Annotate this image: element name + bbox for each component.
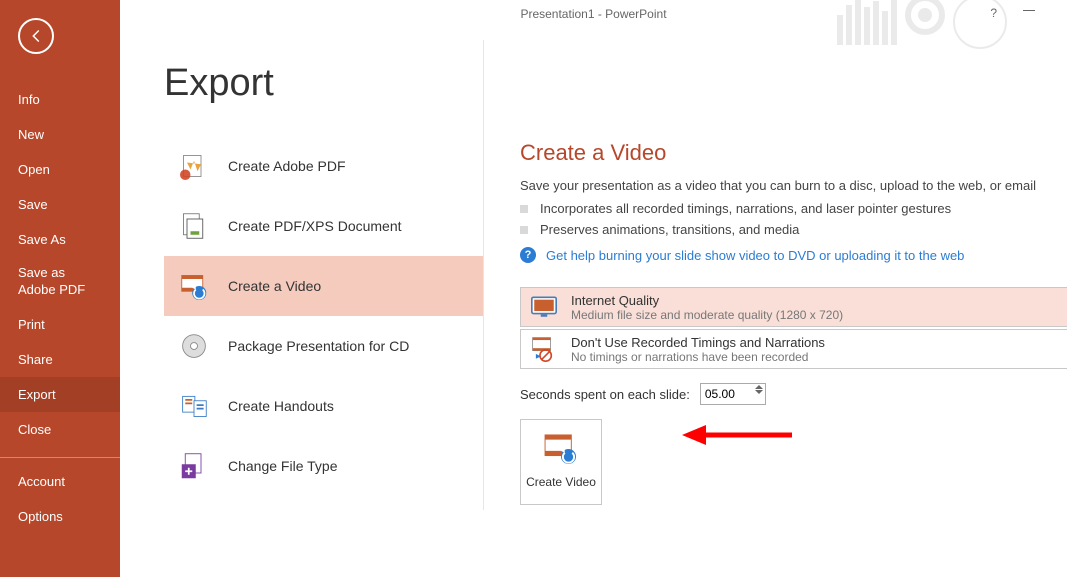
sidebar-item-print[interactable]: Print xyxy=(0,307,120,342)
bullet-row: Incorporates all recorded timings, narra… xyxy=(520,201,1067,216)
no-narration-icon xyxy=(529,334,559,364)
backstage-content: Export Create Adobe PDF Create PDF/XPS D… xyxy=(120,0,1067,577)
backstage-sidebar: Info New Open Save Save As Save as Adobe… xyxy=(0,0,120,577)
bullet-text: Preserves animations, transitions, and m… xyxy=(540,222,799,237)
back-arrow-icon xyxy=(27,27,45,45)
export-item-label: Create a Video xyxy=(228,278,321,294)
annotation-arrow xyxy=(682,420,802,455)
sidebar-item-open[interactable]: Open xyxy=(0,152,120,187)
sidebar-item-options[interactable]: Options xyxy=(0,499,120,534)
package-cd-icon xyxy=(178,330,210,362)
sidebar-item-export[interactable]: Export xyxy=(0,377,120,412)
sidebar-item-account[interactable]: Account xyxy=(0,464,120,499)
adobe-pdf-icon xyxy=(178,150,210,182)
export-item-pdf-xps[interactable]: Create PDF/XPS Document xyxy=(164,196,483,256)
export-item-label: Create Adobe PDF xyxy=(228,158,346,174)
sidebar-item-save-adobe[interactable]: Save as Adobe PDF xyxy=(0,257,120,307)
export-type-list: Create Adobe PDF Create PDF/XPS Document… xyxy=(164,40,484,510)
export-detail-pane: Create a Video Save your presentation as… xyxy=(484,40,1067,577)
quality-title: Internet Quality xyxy=(571,293,843,308)
spinner-up-icon[interactable] xyxy=(755,385,763,389)
bullet-row: Preserves animations, transitions, and m… xyxy=(520,222,1067,237)
export-item-label: Change File Type xyxy=(228,458,337,474)
export-item-adobe-pdf[interactable]: Create Adobe PDF xyxy=(164,136,483,196)
bullet-icon xyxy=(520,226,528,234)
export-item-label: Create PDF/XPS Document xyxy=(228,218,402,234)
spinner-arrows[interactable] xyxy=(755,385,763,394)
seconds-label: Seconds spent on each slide: xyxy=(520,387,690,402)
seconds-spinner[interactable] xyxy=(700,383,766,405)
export-item-change-file-type[interactable]: Change File Type xyxy=(164,436,483,496)
export-item-label: Package Presentation for CD xyxy=(228,338,409,354)
quality-subtitle: Medium file size and moderate quality (1… xyxy=(571,308,843,322)
export-item-create-video[interactable]: Create a Video xyxy=(164,256,483,316)
monitor-icon xyxy=(529,292,559,322)
back-button[interactable] xyxy=(18,18,54,54)
create-video-button[interactable]: Create Video xyxy=(520,419,602,505)
seconds-input[interactable] xyxy=(705,387,745,401)
section-description: Save your presentation as a video that y… xyxy=(520,178,1067,193)
bullet-icon xyxy=(520,205,528,213)
section-heading: Create a Video xyxy=(520,140,1067,166)
create-video-large-icon xyxy=(544,434,578,469)
sidebar-item-saveas[interactable]: Save As xyxy=(0,222,120,257)
timings-title: Don't Use Recorded Timings and Narration… xyxy=(571,335,825,350)
help-icon: ? xyxy=(520,247,536,263)
help-link[interactable]: Get help burning your slide show video t… xyxy=(546,248,964,263)
export-item-handouts[interactable]: Create Handouts xyxy=(164,376,483,436)
quality-dropdown[interactable]: Internet Quality Medium file size and mo… xyxy=(520,287,1067,327)
create-video-icon xyxy=(178,270,210,302)
pdf-xps-icon xyxy=(178,210,210,242)
sidebar-item-new[interactable]: New xyxy=(0,117,120,152)
seconds-row: Seconds spent on each slide: xyxy=(520,383,1067,405)
sidebar-divider xyxy=(0,457,120,458)
help-link-row: ? Get help burning your slide show video… xyxy=(520,247,1067,263)
bullet-text: Incorporates all recorded timings, narra… xyxy=(540,201,951,216)
sidebar-item-save[interactable]: Save xyxy=(0,187,120,222)
create-video-button-label: Create Video xyxy=(526,475,596,489)
export-item-package-cd[interactable]: Package Presentation for CD xyxy=(164,316,483,376)
change-file-type-icon xyxy=(178,450,210,482)
spinner-down-icon[interactable] xyxy=(755,390,763,394)
page-title: Export xyxy=(164,62,274,105)
handouts-icon xyxy=(178,390,210,422)
sidebar-item-close[interactable]: Close xyxy=(0,412,120,447)
timings-dropdown[interactable]: Don't Use Recorded Timings and Narration… xyxy=(520,329,1067,369)
sidebar-item-info[interactable]: Info xyxy=(0,82,120,117)
export-item-label: Create Handouts xyxy=(228,398,334,414)
timings-subtitle: No timings or narrations have been recor… xyxy=(571,350,825,364)
sidebar-item-share[interactable]: Share xyxy=(0,342,120,377)
